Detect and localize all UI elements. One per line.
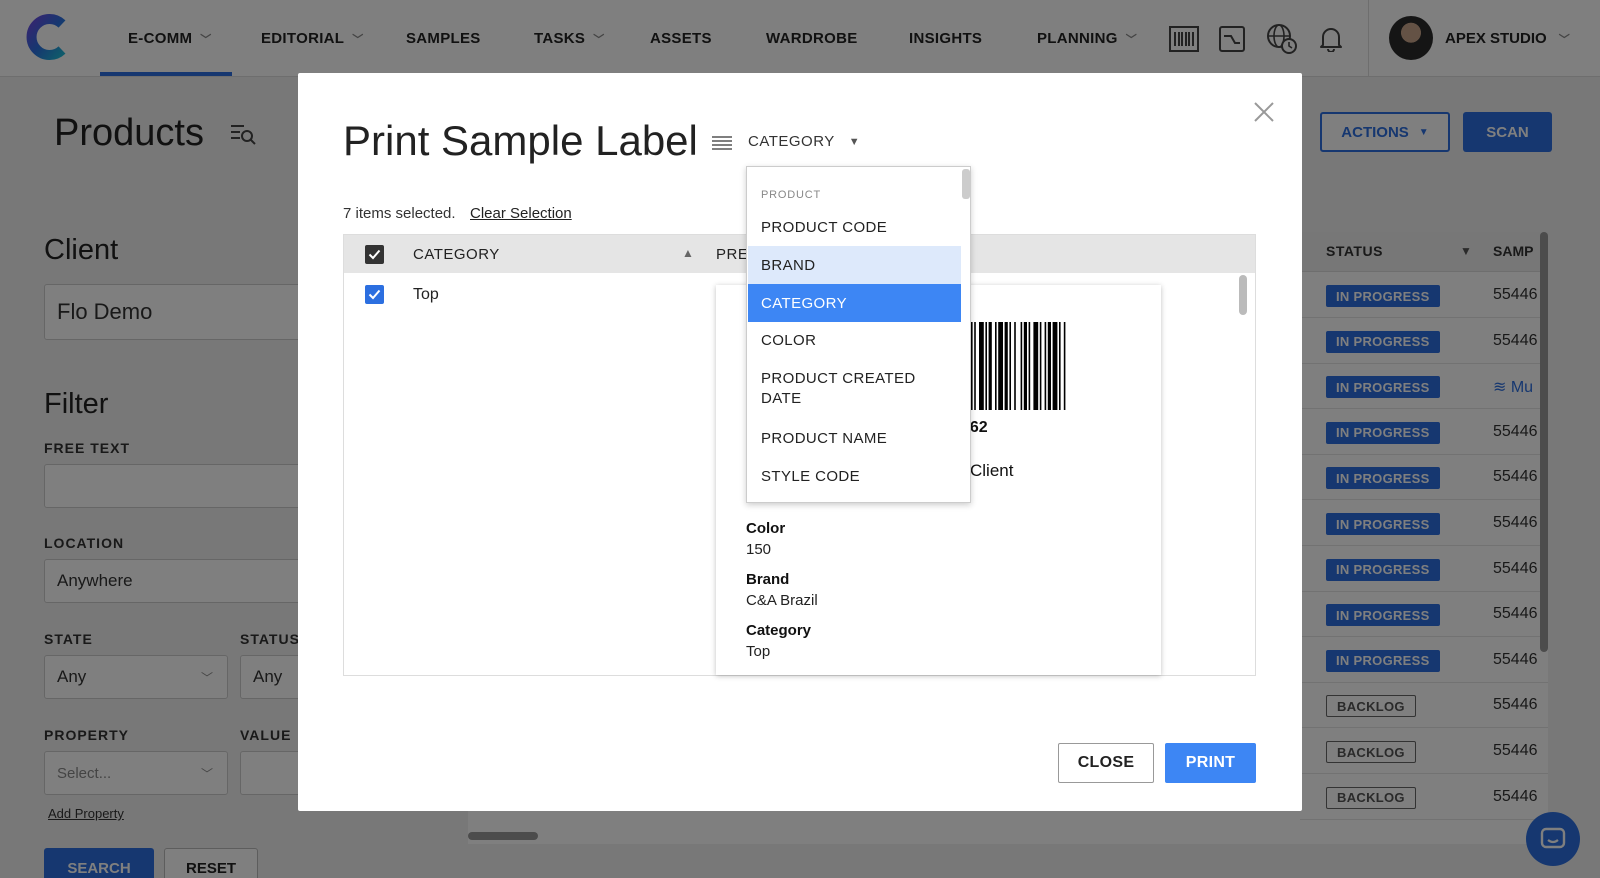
clear-selection-link[interactable]: Clear Selection (470, 205, 572, 222)
barcode-image (963, 322, 1066, 410)
dropdown-option-color[interactable]: COLOR (748, 322, 961, 359)
modal-title: Print Sample Label (343, 117, 698, 164)
table-scrollbar[interactable] (1239, 275, 1247, 315)
preview-client: Client (970, 461, 1014, 480)
row-checkbox[interactable] (365, 285, 384, 304)
items-selected-count: 7 items selected. (343, 205, 456, 222)
sort-asc-icon[interactable]: ▲ (682, 246, 694, 260)
dropdown-option-product-code[interactable]: PRODUCT CODE (748, 209, 961, 246)
dropdown-option-style-code[interactable]: STYLE CODE (748, 457, 961, 495)
close-button[interactable]: CLOSE (1058, 743, 1154, 783)
select-all-checkbox[interactable] (365, 245, 384, 264)
row-category: Top (413, 286, 439, 303)
category-column-header[interactable]: CATEGORY (413, 246, 500, 263)
dropdown-scrollbar[interactable] (962, 169, 970, 199)
print-button[interactable]: PRINT (1165, 743, 1256, 783)
preview-brand-label: Brand (746, 571, 790, 588)
dropdown-option-brand[interactable]: BRAND (748, 246, 961, 284)
label-field-dropdown: PRODUCT PRODUCT CODE BRAND CATEGORY COLO… (746, 166, 971, 503)
preview-brand-value: C&A Brazil (746, 592, 818, 609)
dropdown-group-label: PRODUCT (761, 189, 821, 201)
preview-color-label: Color (746, 520, 786, 537)
list-icon (712, 136, 732, 150)
dropdown-option-product-created-date[interactable]: PRODUCT CREATED DATE (748, 359, 961, 419)
dropdown-option-product-name[interactable]: PRODUCT NAME (748, 419, 961, 457)
preview-category-value: Top (746, 643, 771, 660)
check-icon (368, 289, 381, 300)
label-field-select[interactable]: CATEGORY ▼ (748, 133, 860, 150)
preview-category-label: Category (746, 622, 812, 639)
preview-color-value: 150 (746, 541, 772, 558)
dropdown-option-category[interactable]: CATEGORY (748, 284, 961, 322)
caret-down-icon: ▼ (848, 135, 861, 148)
check-icon (368, 249, 381, 260)
close-icon[interactable] (1252, 100, 1276, 124)
